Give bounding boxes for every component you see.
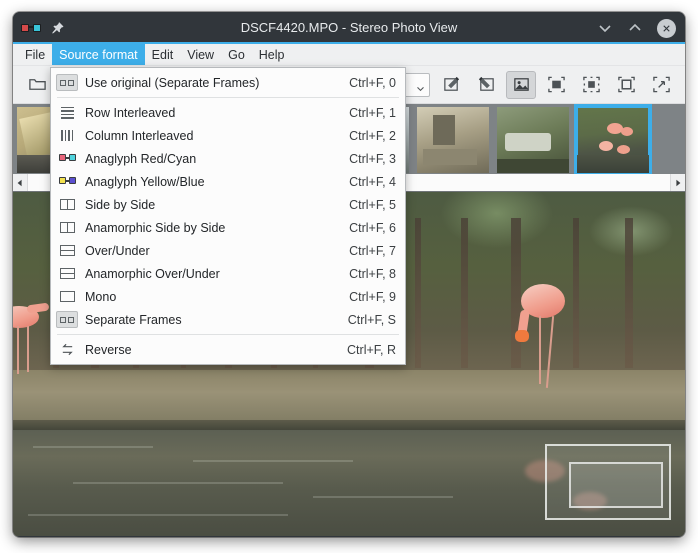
chevron-down-icon [416,80,425,92]
menu-item-accel: Ctrl+F, 5 [349,197,396,212]
fit-square-icon[interactable] [611,71,641,99]
menu-item-label: Anamorphic Over/Under [85,266,220,281]
triangle-right-icon[interactable] [670,174,685,191]
fullscreen-expand-icon[interactable] [646,71,676,99]
menu-item-accel: Ctrl+F, 0 [349,75,396,90]
menu-item-accel: Ctrl+F, 2 [349,128,396,143]
image-picture-icon[interactable] [506,70,536,99]
menu-item-accel: Ctrl+F, 4 [349,174,396,189]
minimize-button[interactable] [597,20,613,36]
triangle-left-icon[interactable] [13,174,28,191]
title-bar: DSCF4420.MPO - Stereo Photo View [13,12,685,44]
menu-item-anaglyph-red-cyan[interactable]: Anaglyph Red/Cyan Ctrl+F, 3 [51,147,405,170]
menu-item-label: Over/Under [85,243,150,258]
fit-frame-icon[interactable] [541,71,571,99]
menu-item-label: Side by Side [85,197,156,212]
menu-bar: File Source format Edit View Go Help [13,44,685,66]
menu-separator [57,97,399,98]
menu-help[interactable]: Help [252,44,292,65]
menu-item-label: Anamorphic Side by Side [85,220,226,235]
menu-item-accel: Ctrl+F, 1 [349,105,396,120]
thumb-8[interactable] [574,104,652,176]
application-window: DSCF4420.MPO - Stereo Photo View File So… [13,12,685,537]
menu-view[interactable]: View [180,44,221,65]
menu-item-label: Reverse [85,342,132,357]
menu-item-anaglyph-yellow-blue[interactable]: Anaglyph Yellow/Blue Ctrl+F, 4 [51,170,405,193]
window-controls [597,12,676,44]
image-rotate-right-icon[interactable] [471,71,501,99]
maximize-button[interactable] [627,20,643,36]
menu-item-separate-frames[interactable]: Separate Frames Ctrl+F, S [51,308,405,331]
menu-item-use-original[interactable]: Use original (Separate Frames) Ctrl+F, 0 [51,71,405,94]
menu-item-side-by-side[interactable]: Side by Side Ctrl+F, 5 [51,193,405,216]
thumb-7[interactable] [497,107,569,173]
anaglyph-yellow-blue-icon [56,173,78,190]
menu-item-accel: Ctrl+F, 6 [349,220,396,235]
two-frames-icon [56,311,78,328]
menu-item-anamorphic-over-under[interactable]: Anamorphic Over/Under Ctrl+F, 8 [51,262,405,285]
anaglyph-red-cyan-icon [56,150,78,167]
ground-bank [13,370,685,426]
side-by-side-icon [56,196,78,213]
menu-item-accel: Ctrl+F, 9 [349,289,396,304]
zoom-original-icon[interactable] [576,71,606,99]
menu-item-label: Anaglyph Red/Cyan [85,151,197,166]
menu-item-accel: Ctrl+F, R [347,342,396,357]
close-button[interactable] [657,18,676,38]
menu-item-label: Mono [85,289,117,304]
two-frames-icon [56,74,78,91]
anamorphic-side-by-side-icon [56,219,78,236]
menu-go[interactable]: Go [221,44,252,65]
menu-item-reverse[interactable]: Reverse Ctrl+F, R [51,338,405,361]
menu-item-accel: Ctrl+F, S [347,312,396,327]
menu-item-accel: Ctrl+F, 7 [349,243,396,258]
over-under-icon [56,242,78,259]
menu-item-label: Column Interleaved [85,128,194,143]
menu-item-mono[interactable]: Mono Ctrl+F, 9 [51,285,405,308]
menu-item-row-interleaved[interactable]: Row Interleaved Ctrl+F, 1 [51,101,405,124]
column-interleaved-icon [56,127,78,144]
menu-item-label: Anaglyph Yellow/Blue [85,174,205,189]
menu-separator [57,334,399,335]
navigator-overlay[interactable] [545,444,671,520]
navigator-viewport-rect[interactable] [569,462,663,508]
menu-item-accel: Ctrl+F, 3 [349,151,396,166]
flamingo-left-edge [13,300,53,380]
thumb-6[interactable] [417,107,489,173]
menu-item-over-under[interactable]: Over/Under Ctrl+F, 7 [51,239,405,262]
row-interleaved-icon [56,104,78,121]
anamorphic-over-under-icon [56,265,78,282]
menu-item-anamorphic-side-by-side[interactable]: Anamorphic Side by Side Ctrl+F, 6 [51,216,405,239]
menu-file[interactable]: File [18,44,52,65]
toolbar-right-group [436,70,676,99]
menu-source-format[interactable]: Source format [52,44,145,65]
menu-edit[interactable]: Edit [145,44,181,65]
menu-item-accel: Ctrl+F, 8 [349,266,396,281]
menu-item-label: Row Interleaved [85,105,176,120]
swap-arrows-icon [56,341,78,358]
menu-item-label: Separate Frames [85,312,182,327]
source-format-popup-menu: Use original (Separate Frames) Ctrl+F, 0… [50,67,406,365]
menu-item-column-interleaved[interactable]: Column Interleaved Ctrl+F, 2 [51,124,405,147]
mono-icon [56,288,78,305]
image-rotate-left-icon[interactable] [436,71,466,99]
flamingo-standing-right [513,284,573,404]
window-title: DSCF4420.MPO - Stereo Photo View [240,20,458,35]
folder-open-icon[interactable] [22,71,52,99]
menu-item-label: Use original (Separate Frames) [85,75,260,90]
